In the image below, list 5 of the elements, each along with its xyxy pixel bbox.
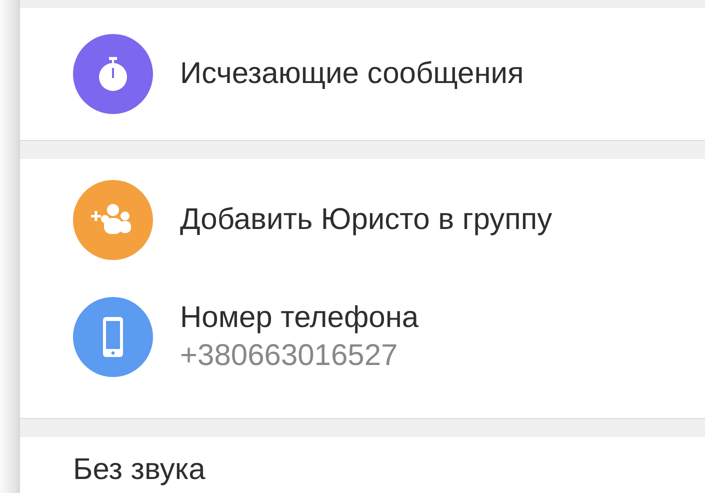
item-title[interactable]: Без звука <box>73 451 206 489</box>
phone-number: +380663016527 <box>180 338 399 374</box>
item-title[interactable]: Добавить Юристо в группу <box>180 201 552 239</box>
item-title[interactable]: Исчезающие сообщения <box>180 55 524 93</box>
item-title[interactable]: Номер телефона <box>180 299 419 337</box>
